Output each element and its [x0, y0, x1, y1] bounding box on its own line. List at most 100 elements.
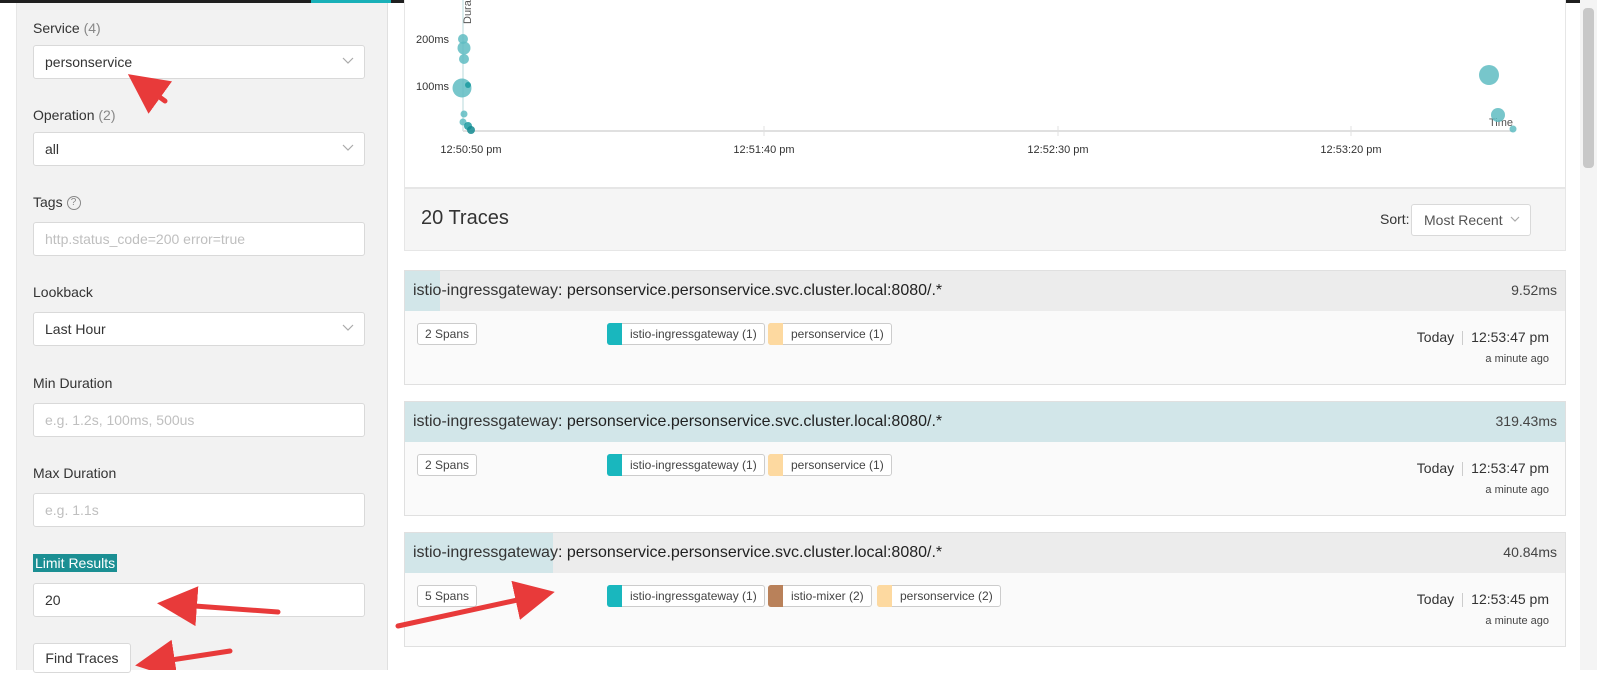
chevron-down-icon	[342, 57, 354, 64]
service-color-swatch	[607, 585, 622, 607]
span-count-tag: 2 Spans	[417, 323, 478, 345]
trace-title[interactable]: istio-ingressgateway: personservice.pers…	[413, 282, 942, 300]
scrollbar-thumb[interactable]	[1583, 8, 1594, 168]
trace-service-name: istio-ingressgateway	[413, 282, 558, 299]
trace-date: Today	[1416, 329, 1455, 345]
trace-header[interactable]: istio-ingressgateway: personservice.pers…	[405, 271, 1565, 311]
scatter-point	[1479, 65, 1499, 85]
operation-select-value: all	[45, 141, 60, 157]
find-traces-button[interactable]: Find Traces	[33, 643, 131, 673]
trace-operation-name: : personservice.personservice.svc.cluste…	[557, 413, 943, 430]
service-tag: istio-ingressgateway (1)	[607, 323, 765, 345]
service-tag-label: istio-ingressgateway (1)	[630, 458, 757, 472]
service-tag-label: personservice (2)	[900, 589, 993, 603]
service-tag: personservice (2)	[877, 585, 1001, 607]
lookback-label: Lookback	[33, 284, 93, 300]
x-tick-label: 12:50:50 pm	[440, 144, 501, 156]
trace-duration: 40.84ms	[1503, 544, 1557, 560]
service-tag-label: personservice (1)	[791, 327, 884, 341]
trace-result-item[interactable]: istio-ingressgateway: personservice.pers…	[404, 532, 1566, 647]
chevron-down-icon	[342, 144, 354, 151]
operation-count: (2)	[98, 107, 116, 123]
service-tag: personservice (1)	[768, 454, 892, 476]
scatter-point	[457, 41, 471, 55]
limit-results-label: Limit Results	[33, 554, 118, 572]
service-color-swatch	[768, 323, 783, 345]
y-tick-label: 200ms	[416, 34, 450, 46]
trace-scatter-plot[interactable]: Duration 200ms 100ms 12:50:50 pm 12:51:4…	[405, 0, 1567, 188]
scatter-plot-card: Duration 200ms 100ms 12:50:50 pm 12:51:4…	[404, 0, 1566, 188]
service-select[interactable]: personservice	[33, 45, 365, 79]
lookback-select-value: Last Hour	[45, 321, 106, 337]
vertical-scrollbar[interactable]	[1580, 0, 1597, 670]
scatter-point	[460, 110, 468, 118]
service-color-swatch	[768, 454, 783, 476]
trace-time: 12:53:45 pm	[1471, 591, 1549, 607]
y-tick-label: 100ms	[416, 81, 450, 93]
trace-service-name: istio-ingressgateway	[413, 413, 558, 430]
sort-select[interactable]: Most Recent	[1411, 204, 1531, 236]
results-header: 20 Traces Sort: Most Recent	[404, 188, 1566, 251]
x-tick-label: 12:53:20 pm	[1320, 144, 1381, 156]
help-icon[interactable]: ?	[66, 196, 81, 211]
trace-result-item[interactable]: istio-ingressgateway: personservice.pers…	[404, 401, 1566, 516]
trace-result-item[interactable]: istio-ingressgateway: personservice.pers…	[404, 270, 1566, 385]
trace-date: Today	[1416, 591, 1455, 607]
service-tag-label: istio-ingressgateway (1)	[630, 589, 757, 603]
trace-service-name: istio-ingressgateway	[413, 544, 558, 561]
x-tick-label: 12:51:40 pm	[733, 144, 794, 156]
scatter-point	[1491, 108, 1505, 122]
search-form: Service (4) personservice Operation (2) …	[16, 3, 388, 673]
scatter-point	[459, 54, 469, 64]
tags-label: Tags?	[33, 194, 81, 211]
trace-operation-name: : personservice.personservice.svc.cluste…	[557, 544, 943, 561]
service-tag: personservice (1)	[768, 323, 892, 345]
lookback-select[interactable]: Last Hour	[33, 312, 365, 346]
trace-relative-time: a minute ago	[1485, 484, 1549, 496]
sort-select-value: Most Recent	[1424, 212, 1503, 228]
trace-header[interactable]: istio-ingressgateway: personservice.pers…	[405, 402, 1565, 442]
service-color-swatch	[768, 585, 783, 607]
operation-label: Operation (2)	[33, 107, 116, 123]
trace-start-time: Today 12:53:47 pm	[1416, 329, 1549, 346]
span-count-tag: 5 Spans	[417, 585, 478, 607]
chevron-down-icon	[1510, 216, 1520, 222]
trace-title[interactable]: istio-ingressgateway: personservice.pers…	[413, 413, 942, 431]
trace-date: Today	[1416, 460, 1455, 476]
trace-operation-name: : personservice.personservice.svc.cluste…	[557, 282, 943, 299]
service-label: Service (4)	[33, 20, 101, 36]
tags-label-text: Tags	[33, 194, 63, 210]
trace-start-time: Today 12:53:47 pm	[1416, 460, 1549, 477]
scatter-point	[465, 82, 471, 88]
limit-results-label-text: Limit Results	[33, 554, 118, 572]
trace-title[interactable]: istio-ingressgateway: personservice.pers…	[413, 544, 942, 562]
min-duration-input[interactable]: e.g. 1.2s, 100ms, 500us	[33, 403, 365, 437]
chevron-down-icon	[342, 324, 354, 331]
min-duration-label: Min Duration	[33, 375, 113, 391]
trace-start-time: Today 12:53:45 pm	[1416, 591, 1549, 608]
service-tag: istio-mixer (2)	[768, 585, 872, 607]
trace-relative-time: a minute ago	[1485, 353, 1549, 365]
y-axis-label: Duration	[462, 0, 474, 24]
results-panel: Duration 200ms 100ms 12:50:50 pm 12:51:4…	[404, 0, 1568, 670]
service-count: (4)	[83, 20, 101, 36]
service-tag-label: personservice (1)	[791, 458, 884, 472]
service-color-swatch	[607, 454, 622, 476]
limit-results-input[interactable]: 20	[33, 583, 365, 617]
scatter-point	[1509, 125, 1517, 133]
traces-count-title: 20 Traces	[421, 207, 509, 229]
tags-input[interactable]: http.status_code=200 error=true	[33, 222, 365, 256]
max-duration-input[interactable]: e.g. 1.1s	[33, 493, 365, 527]
trace-duration: 9.52ms	[1511, 282, 1557, 298]
service-label-text: Service	[33, 20, 80, 36]
trace-header[interactable]: istio-ingressgateway: personservice.pers…	[405, 533, 1565, 573]
service-tag: istio-ingressgateway (1)	[607, 454, 765, 476]
operation-select[interactable]: all	[33, 132, 365, 166]
scatter-point	[467, 126, 475, 134]
operation-label-text: Operation	[33, 107, 95, 123]
trace-time: 12:53:47 pm	[1471, 329, 1549, 345]
scatter-point	[452, 78, 472, 98]
service-select-value: personservice	[45, 54, 133, 70]
x-tick-label: 12:52:30 pm	[1027, 144, 1088, 156]
service-tag: istio-ingressgateway (1)	[607, 585, 765, 607]
